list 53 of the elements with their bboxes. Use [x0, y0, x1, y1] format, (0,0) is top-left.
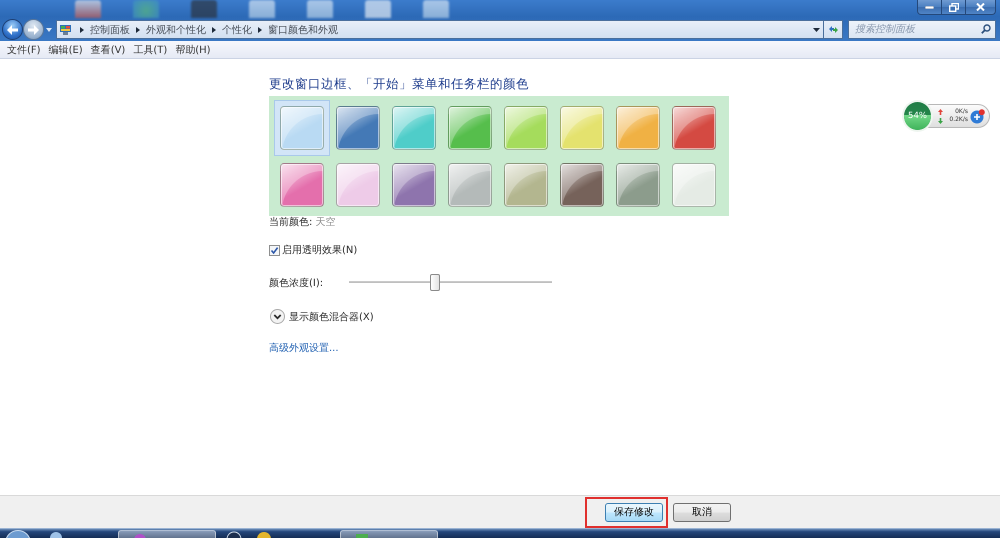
breadcrumb-item[interactable]: 窗口颜色和外观 — [265, 22, 341, 36]
refresh-icon — [828, 25, 838, 34]
slider-label: 颜色浓度(I): — [269, 276, 324, 290]
gauge-percent: 54% — [908, 111, 927, 121]
current-color-label: 当前颜色: — [269, 217, 312, 228]
menu-item[interactable]: 工具(T) — [130, 42, 170, 56]
arrow-left-icon — [7, 24, 18, 34]
desktop-icon — [423, 0, 449, 18]
triangle-right-icon[interactable] — [136, 26, 140, 32]
desktop-icon — [249, 0, 275, 18]
current-color-value: 天空 — [315, 217, 336, 228]
desktop-icon — [307, 0, 333, 18]
search-field[interactable]: 搜索控制面板 — [848, 20, 996, 39]
desktop-icon — [365, 0, 391, 18]
search-icon[interactable] — [981, 24, 991, 34]
checkbox[interactable] — [269, 244, 280, 256]
swatch-button[interactable] — [274, 100, 330, 156]
triangle-right-icon[interactable] — [212, 26, 216, 32]
breadcrumb-item[interactable]: 个性化 — [219, 22, 255, 36]
control-panel-icon — [60, 24, 71, 34]
slider-thumb[interactable] — [430, 274, 440, 291]
advanced-settings-link[interactable]: 高级外观设置... — [269, 342, 339, 355]
expander-button[interactable]: 显示颜色混合器(X) — [270, 308, 374, 325]
menu-item[interactable]: 编辑(E) — [46, 42, 86, 56]
back-button[interactable] — [2, 19, 23, 40]
chevron-circle-icon — [270, 309, 285, 324]
desktop-icon — [191, 0, 217, 18]
close-button[interactable] — [966, 0, 996, 15]
triangle-right-icon[interactable] — [258, 26, 262, 32]
page-heading: 更改窗口边框、「开始」菜单和任务栏的颜色 — [269, 76, 530, 92]
dialog-button[interactable]: 保存修改 — [605, 502, 663, 522]
refresh-button[interactable] — [824, 20, 843, 39]
breadcrumb-item[interactable]: 控制面板 — [87, 22, 133, 36]
breadcrumb-item[interactable]: 外观和个性化 — [143, 22, 209, 36]
caret-down-icon[interactable] — [813, 28, 820, 32]
arrow-down-icon — [938, 118, 943, 124]
menu-item[interactable]: 帮助(H) — [172, 42, 214, 56]
restore-button[interactable] — [942, 0, 966, 15]
arrow-up-icon — [938, 108, 943, 114]
menu-item[interactable]: 文件(F) — [4, 42, 44, 56]
arrow-right-icon — [28, 24, 39, 34]
restore-icon — [948, 2, 958, 12]
desktop-icon — [75, 0, 101, 18]
address-bar[interactable]: 控制面板 外观和个性化 个性化 窗口颜色和外观 — [56, 20, 824, 39]
desktop-icon — [133, 0, 159, 18]
triangle-right-icon[interactable] — [80, 26, 84, 32]
checkbox-label[interactable]: 启用透明效果(N) — [282, 243, 358, 257]
dialog-button[interactable]: 取消 — [673, 502, 731, 522]
minimize-icon — [925, 6, 934, 8]
menu-item[interactable]: 查看(V) — [88, 42, 128, 56]
plus-circle-icon[interactable] — [970, 108, 985, 124]
close-icon — [976, 3, 985, 11]
minimize-button[interactable] — [917, 0, 942, 15]
